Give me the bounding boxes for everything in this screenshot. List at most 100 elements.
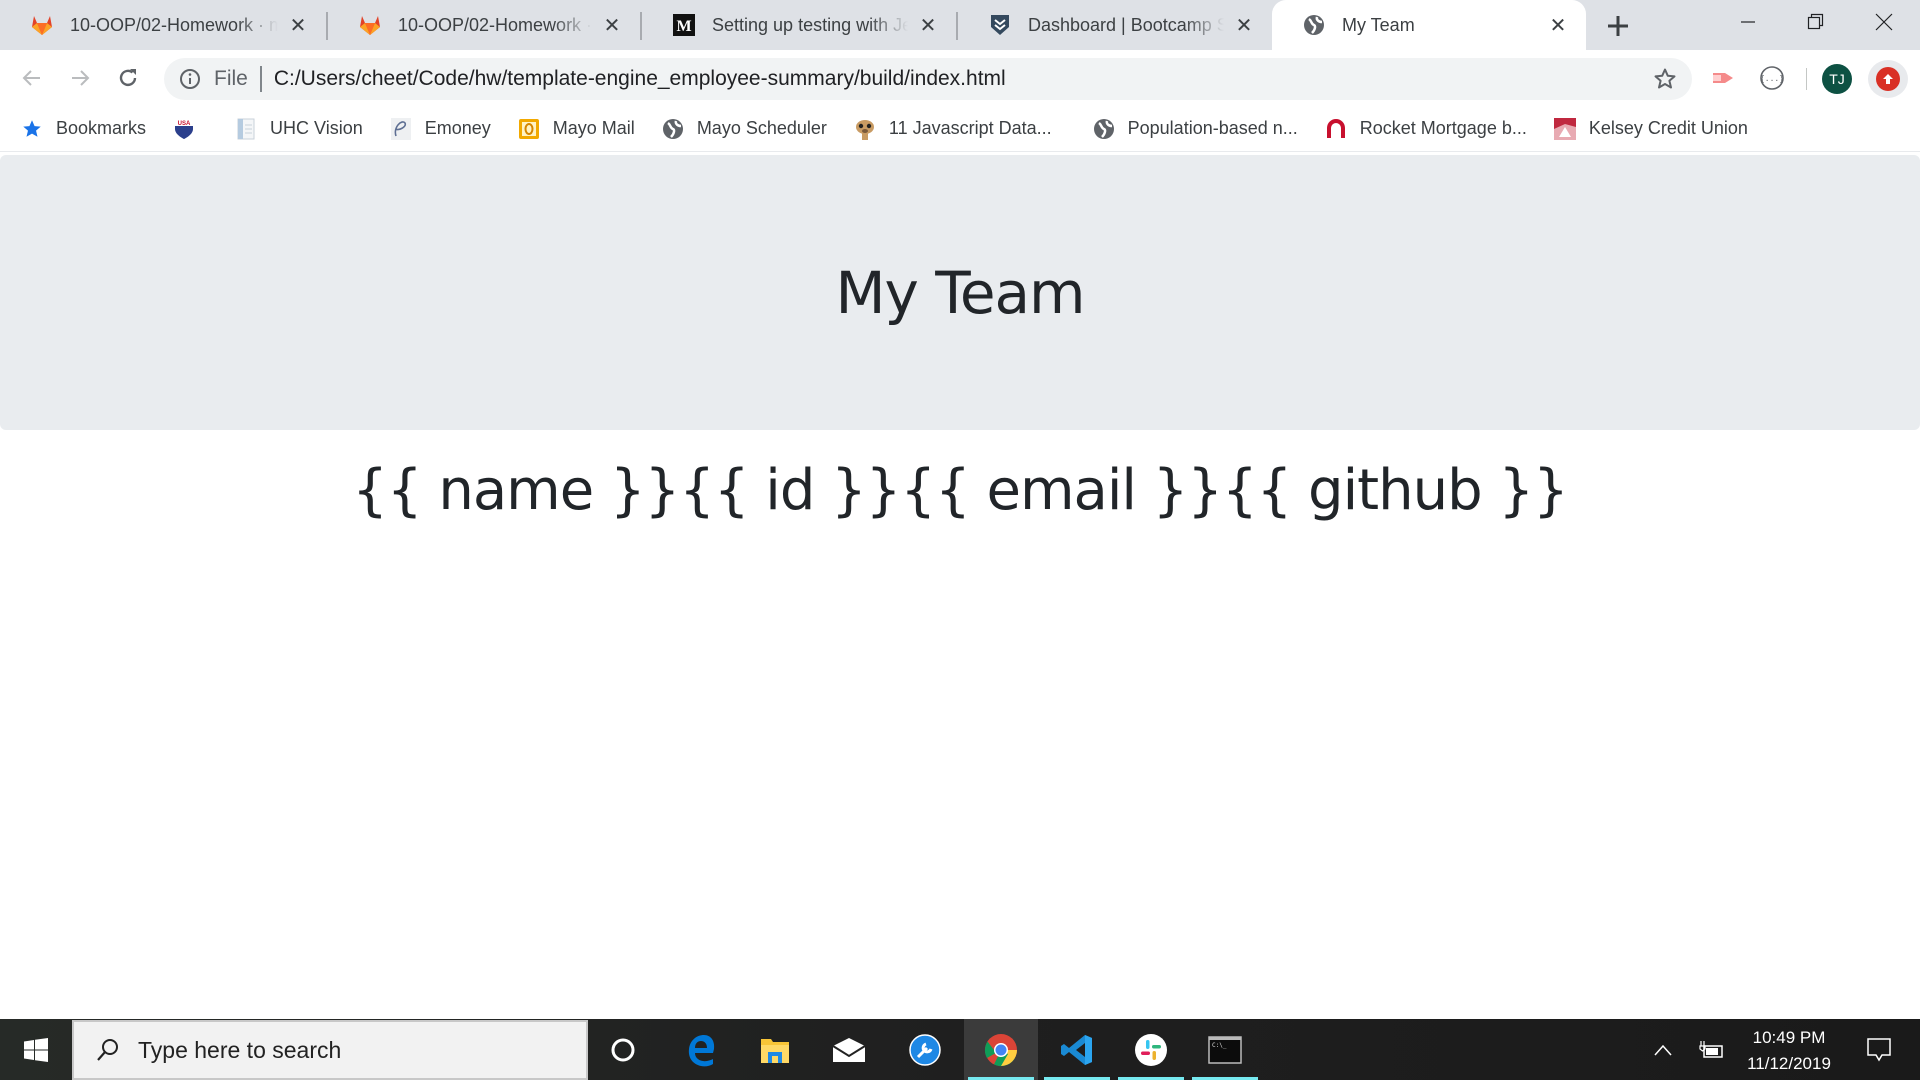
url-text[interactable]: C:/Users/cheet/Code/hw/template-engine_e… [274,67,1650,91]
chrome-icon [984,1033,1017,1066]
rocket-mortgage-icon [1324,117,1348,141]
info-icon[interactable] [178,67,202,91]
bookmark-label: Population-based n... [1127,118,1298,138]
close-window-button[interactable] [1852,0,1916,44]
restore-icon [1807,13,1824,30]
kelsey-cu-icon [1553,117,1577,141]
address-divider [259,66,262,92]
bookmark-usa-swimming[interactable]: USA [172,117,208,141]
bookmark-uhc-vision[interactable]: UHC Vision [234,117,363,141]
extension-json-icon[interactable]: {...} [1756,62,1788,94]
new-tab-button[interactable] [1602,10,1634,42]
tab-my-team[interactable]: My Team ✕ [1272,0,1586,50]
tab-title: 10-OOP/02-Homework · master [398,14,592,35]
windows-logo-icon [24,1037,48,1062]
taskbar-clock[interactable]: 10:49 PM 11/12/2019 [1730,1025,1848,1077]
forward-button[interactable] [62,60,98,96]
minimize-icon [1741,21,1755,23]
taskbar-edge[interactable] [664,1019,738,1080]
plus-icon [1608,16,1628,36]
cortana-icon [611,1038,635,1061]
browser-toolbar: File C:/Users/cheet/Code/hw/template-eng… [0,50,1920,106]
vscode-icon [1061,1034,1092,1065]
svg-text:USA: USA [178,121,191,127]
close-icon[interactable]: ✕ [286,13,310,37]
wrench-icon [909,1033,941,1066]
taskbar-slack[interactable] [1114,1019,1188,1080]
bookmark-label: Bookmarks [56,118,147,138]
close-icon[interactable]: ✕ [916,13,940,37]
svg-text:{...}: {...} [1760,74,1784,83]
globe-icon [1302,13,1326,37]
show-hidden-icons-button[interactable] [1648,1019,1678,1080]
reload-icon [119,69,137,87]
action-center-button[interactable] [1854,1019,1904,1080]
bookmark-mayo-scheduler[interactable]: Mayo Scheduler [661,117,827,141]
slack-icon [1135,1033,1167,1066]
outlook-icon [517,117,541,141]
reload-button[interactable] [110,60,146,96]
taskbar-command-prompt[interactable]: C:\_ [1188,1019,1262,1080]
medium-icon: M [672,13,696,37]
taskbar-mail[interactable] [812,1019,886,1080]
back-button[interactable] [14,60,50,96]
bootcamp-spot-icon [988,13,1012,37]
meerkat-icon [853,117,877,141]
close-icon[interactable]: ✕ [1232,13,1256,37]
notification-icon [1867,1037,1891,1061]
terminal-icon: C:\_ [1208,1035,1242,1064]
bookmark-label: 11 Javascript Data... [888,118,1052,138]
gitlab-icon [30,13,54,37]
edge-icon [688,1034,715,1066]
taskbar-tool-app[interactable] [888,1019,962,1080]
bookmark-label: Mayo Mail [552,118,635,138]
windows-taskbar: Type here to search C:\_ 10:49 PM 11/12/… [0,1019,1920,1080]
bookmark-javascript-data[interactable]: 11 Javascript Data... [853,117,1052,141]
bookmark-kelsey-credit-union[interactable]: Kelsey Credit Union [1553,117,1748,141]
clock-time: 10:49 PM [1752,1028,1826,1047]
update-button[interactable] [1868,60,1908,98]
emoney-icon [389,117,413,141]
document-icon [234,117,258,141]
tab-bootcamp-dashboard[interactable]: Dashboard | Bootcamp Spot ✕ [958,0,1272,50]
taskbar-chrome[interactable] [964,1019,1038,1080]
tab-gitlab-1[interactable]: 10-OOP/02-Homework · master ✕ [0,0,326,50]
bookmark-population-based[interactable]: Population-based n... [1092,117,1298,141]
minimize-button[interactable] [1716,0,1780,44]
arrow-right-icon [72,70,90,86]
arrow-left-icon [22,70,40,86]
bookmark-label: Emoney [424,118,491,138]
profile-avatar[interactable]: TJ [1822,64,1852,94]
taskbar-cortana[interactable] [586,1019,660,1080]
close-icon[interactable]: ✕ [1546,13,1570,37]
folder-icon [761,1038,789,1063]
tab-title: Dashboard | Bootcamp Spot [1028,14,1224,35]
tab-title: My Team [1342,14,1415,35]
taskbar-vscode[interactable] [1040,1019,1114,1080]
globe-icon [661,117,685,141]
bookmark-emoney[interactable]: Emoney [389,117,491,141]
employee-template-placeholders: {{ name }}{{ id }}{{ email }}{{ github }… [352,458,1568,523]
page-content: My Team {{ name }}{{ id }}{{ email }}{{ … [0,153,1920,1019]
start-button[interactable] [0,1019,72,1080]
bookmark-bookmarks-folder[interactable]: Bookmarks [20,117,146,141]
bookmark-label: Kelsey Credit Union [1588,118,1748,138]
bookmark-star-icon[interactable] [1650,64,1680,94]
battery-status-button[interactable] [1696,1019,1726,1080]
bookmark-rocket-mortgage[interactable]: Rocket Mortgage b... [1324,117,1527,141]
chevron-up-icon [1654,1044,1672,1055]
search-icon [94,1036,122,1064]
bookmarks-bar: Bookmarks USA UHC Vision Emoney Mayo Mai… [0,106,1920,152]
address-bar[interactable]: File C:/Users/cheet/Code/hw/template-eng… [164,58,1692,100]
bookmark-label: Rocket Mortgage b... [1359,118,1527,138]
extension-screencast-icon[interactable] [1708,62,1740,94]
tab-medium-jest[interactable]: M Setting up testing with Jest ✕ [642,0,956,50]
close-icon[interactable]: ✕ [600,13,624,37]
bookmark-label: UHC Vision [270,118,363,138]
tab-gitlab-2[interactable]: 10-OOP/02-Homework · master ✕ [328,0,640,50]
update-arrow-icon [1876,67,1900,91]
restore-button[interactable] [1784,0,1848,44]
taskbar-search-input[interactable]: Type here to search [72,1020,588,1080]
bookmark-mayo-mail[interactable]: Mayo Mail [517,117,635,141]
taskbar-file-explorer[interactable] [738,1019,812,1080]
